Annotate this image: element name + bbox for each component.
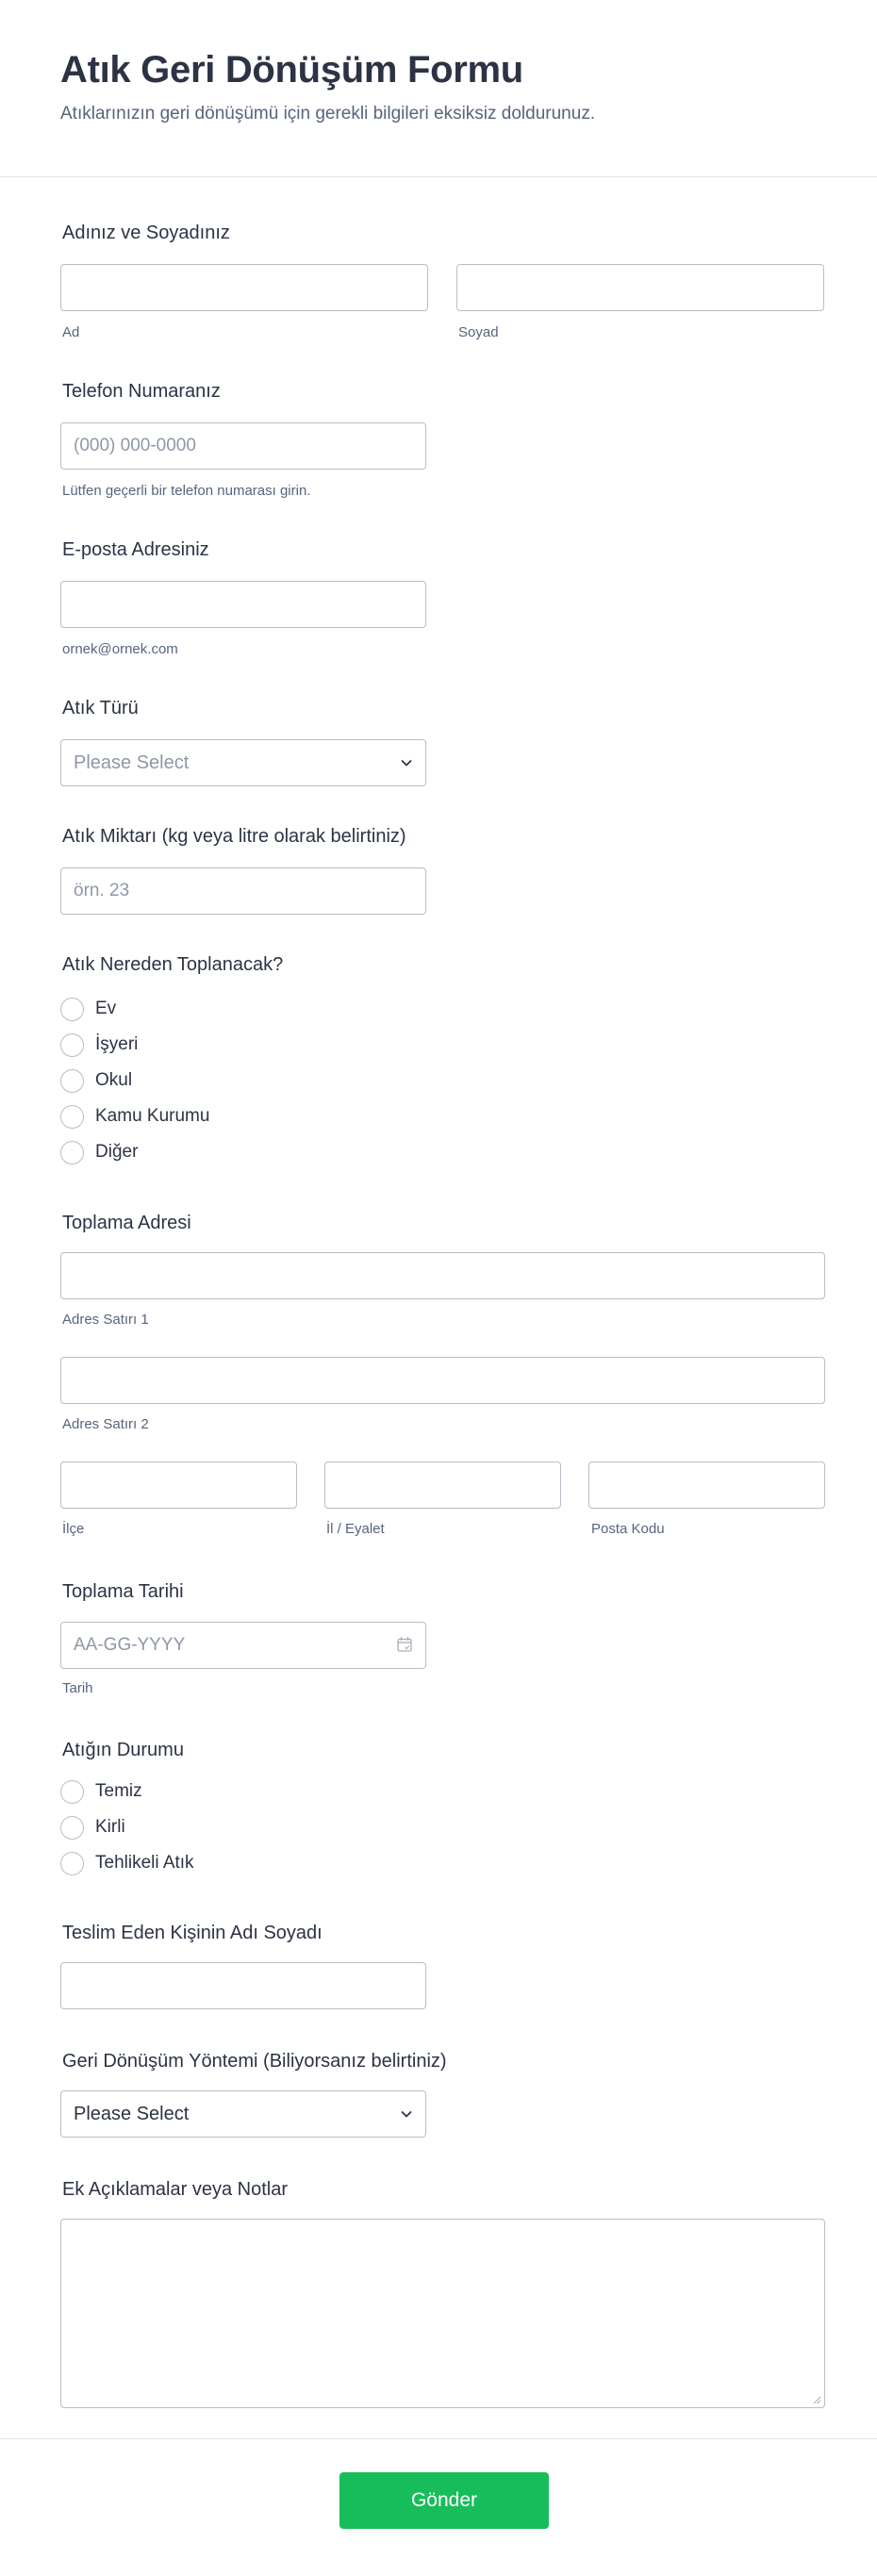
radio-label: Okul [95, 1070, 133, 1090]
radio-label: Ev [95, 999, 117, 1018]
notes-textarea[interactable] [60, 2219, 825, 2408]
address-label: Toplama Adresi [62, 1213, 191, 1233]
radio-label: Tehlikeli Atık [95, 1853, 194, 1873]
radio-button[interactable] [60, 1068, 84, 1093]
radio-button[interactable] [60, 997, 84, 1021]
email-input[interactable] [60, 581, 426, 628]
radio-label: Diğer [95, 1142, 139, 1162]
address-line2-sublabel: Adres Satırı 2 [62, 1416, 149, 1432]
waste-type-selected: Please Select [74, 751, 190, 773]
notes-wrapper [60, 2219, 825, 2408]
collection-source-label: Atık Nereden Toplanacak? [62, 954, 284, 975]
waste-condition-label: Atığın Durumu [62, 1740, 184, 1760]
radio-button[interactable] [60, 1851, 84, 1875]
calendar-icon[interactable] [396, 1636, 413, 1653]
waste-type-select[interactable]: Please Select [60, 739, 426, 786]
radio-button[interactable] [60, 1815, 84, 1840]
resize-grip-icon[interactable] [812, 2395, 821, 2404]
form-header: Atık Geri Dönüşüm Formu Atıklarınızın ge… [0, 0, 877, 177]
radio-button[interactable] [60, 1032, 84, 1057]
notes-label: Ek Açıklamalar veya Notlar [62, 2179, 288, 2200]
phone-input[interactable] [60, 422, 426, 470]
deliverer-label: Teslim Eden Kişinin Adı Soyadı [62, 1923, 323, 1943]
phone-label: Telefon Numaranız [62, 381, 221, 402]
radio-button[interactable] [60, 1140, 84, 1164]
radio-label: Kamu Kurumu [95, 1106, 210, 1126]
radio-label: Temiz [95, 1781, 142, 1801]
province-sublabel: İl / Eyalet [326, 1521, 385, 1537]
radio-option-okul[interactable]: Okul [60, 1068, 132, 1093]
email-sublabel: ornek@ornek.com [62, 641, 178, 657]
phone-sublabel: Lütfen geçerli bir telefon numarası giri… [62, 483, 311, 499]
submit-button[interactable]: Gönder [339, 2472, 549, 2529]
address-line2-input[interactable] [60, 1357, 825, 1404]
radio-label: İşyeri [95, 1034, 139, 1054]
waste-type-label: Atık Türü [62, 698, 139, 718]
deliverer-name-input[interactable] [60, 1962, 426, 2009]
form-subtitle: Atıklarınızın geri dönüşümü için gerekli… [60, 104, 596, 124]
chevron-down-icon [401, 760, 412, 767]
first-name-input[interactable] [60, 264, 428, 311]
district-sublabel: İlçe [62, 1521, 85, 1537]
address-line1-sublabel: Adres Satırı 1 [62, 1312, 149, 1328]
waste-amount-input[interactable] [60, 867, 426, 915]
date-field-wrapper [60, 1622, 426, 1669]
province-input[interactable] [324, 1461, 561, 1509]
collection-date-sublabel: Tarih [62, 1680, 93, 1696]
postal-code-sublabel: Posta Kodu [591, 1521, 665, 1537]
chevron-down-icon [401, 2111, 412, 2118]
recycling-method-label: Geri Dönüşüm Yöntemi (Biliyorsanız belir… [62, 2051, 447, 2072]
email-label: E-posta Adresiniz [62, 539, 209, 560]
last-name-input[interactable] [456, 264, 824, 311]
name-label: Adınız ve Soyadınız [62, 223, 230, 243]
district-input[interactable] [60, 1461, 297, 1509]
recycling-method-selected: Please Select [74, 2103, 190, 2124]
radio-option-ev[interactable]: Ev [60, 997, 116, 1021]
radio-label: Kirli [95, 1817, 125, 1837]
collection-date-input[interactable] [60, 1622, 426, 1669]
collection-date-label: Toplama Tarihi [62, 1581, 184, 1602]
waste-amount-label: Atık Miktarı (kg veya litre olarak belir… [62, 826, 406, 847]
radio-option-diger[interactable]: Diğer [60, 1140, 138, 1164]
postal-code-input[interactable] [588, 1461, 825, 1509]
radio-option-kirli[interactable]: Kirli [60, 1815, 125, 1840]
form-title: Atık Geri Dönüşüm Formu [60, 49, 523, 91]
address-line1-input[interactable] [60, 1252, 825, 1299]
recycling-method-select[interactable]: Please Select [60, 2090, 426, 2138]
last-name-sublabel: Soyad [458, 324, 499, 340]
radio-button[interactable] [60, 1104, 84, 1129]
radio-button[interactable] [60, 1779, 84, 1804]
first-name-sublabel: Ad [62, 324, 80, 340]
radio-option-temiz[interactable]: Temiz [60, 1779, 142, 1804]
radio-option-tehlikeli-atik[interactable]: Tehlikeli Atık [60, 1851, 194, 1875]
radio-option-isyeri[interactable]: İşyeri [60, 1032, 138, 1057]
radio-option-kamu-kurumu[interactable]: Kamu Kurumu [60, 1104, 209, 1129]
